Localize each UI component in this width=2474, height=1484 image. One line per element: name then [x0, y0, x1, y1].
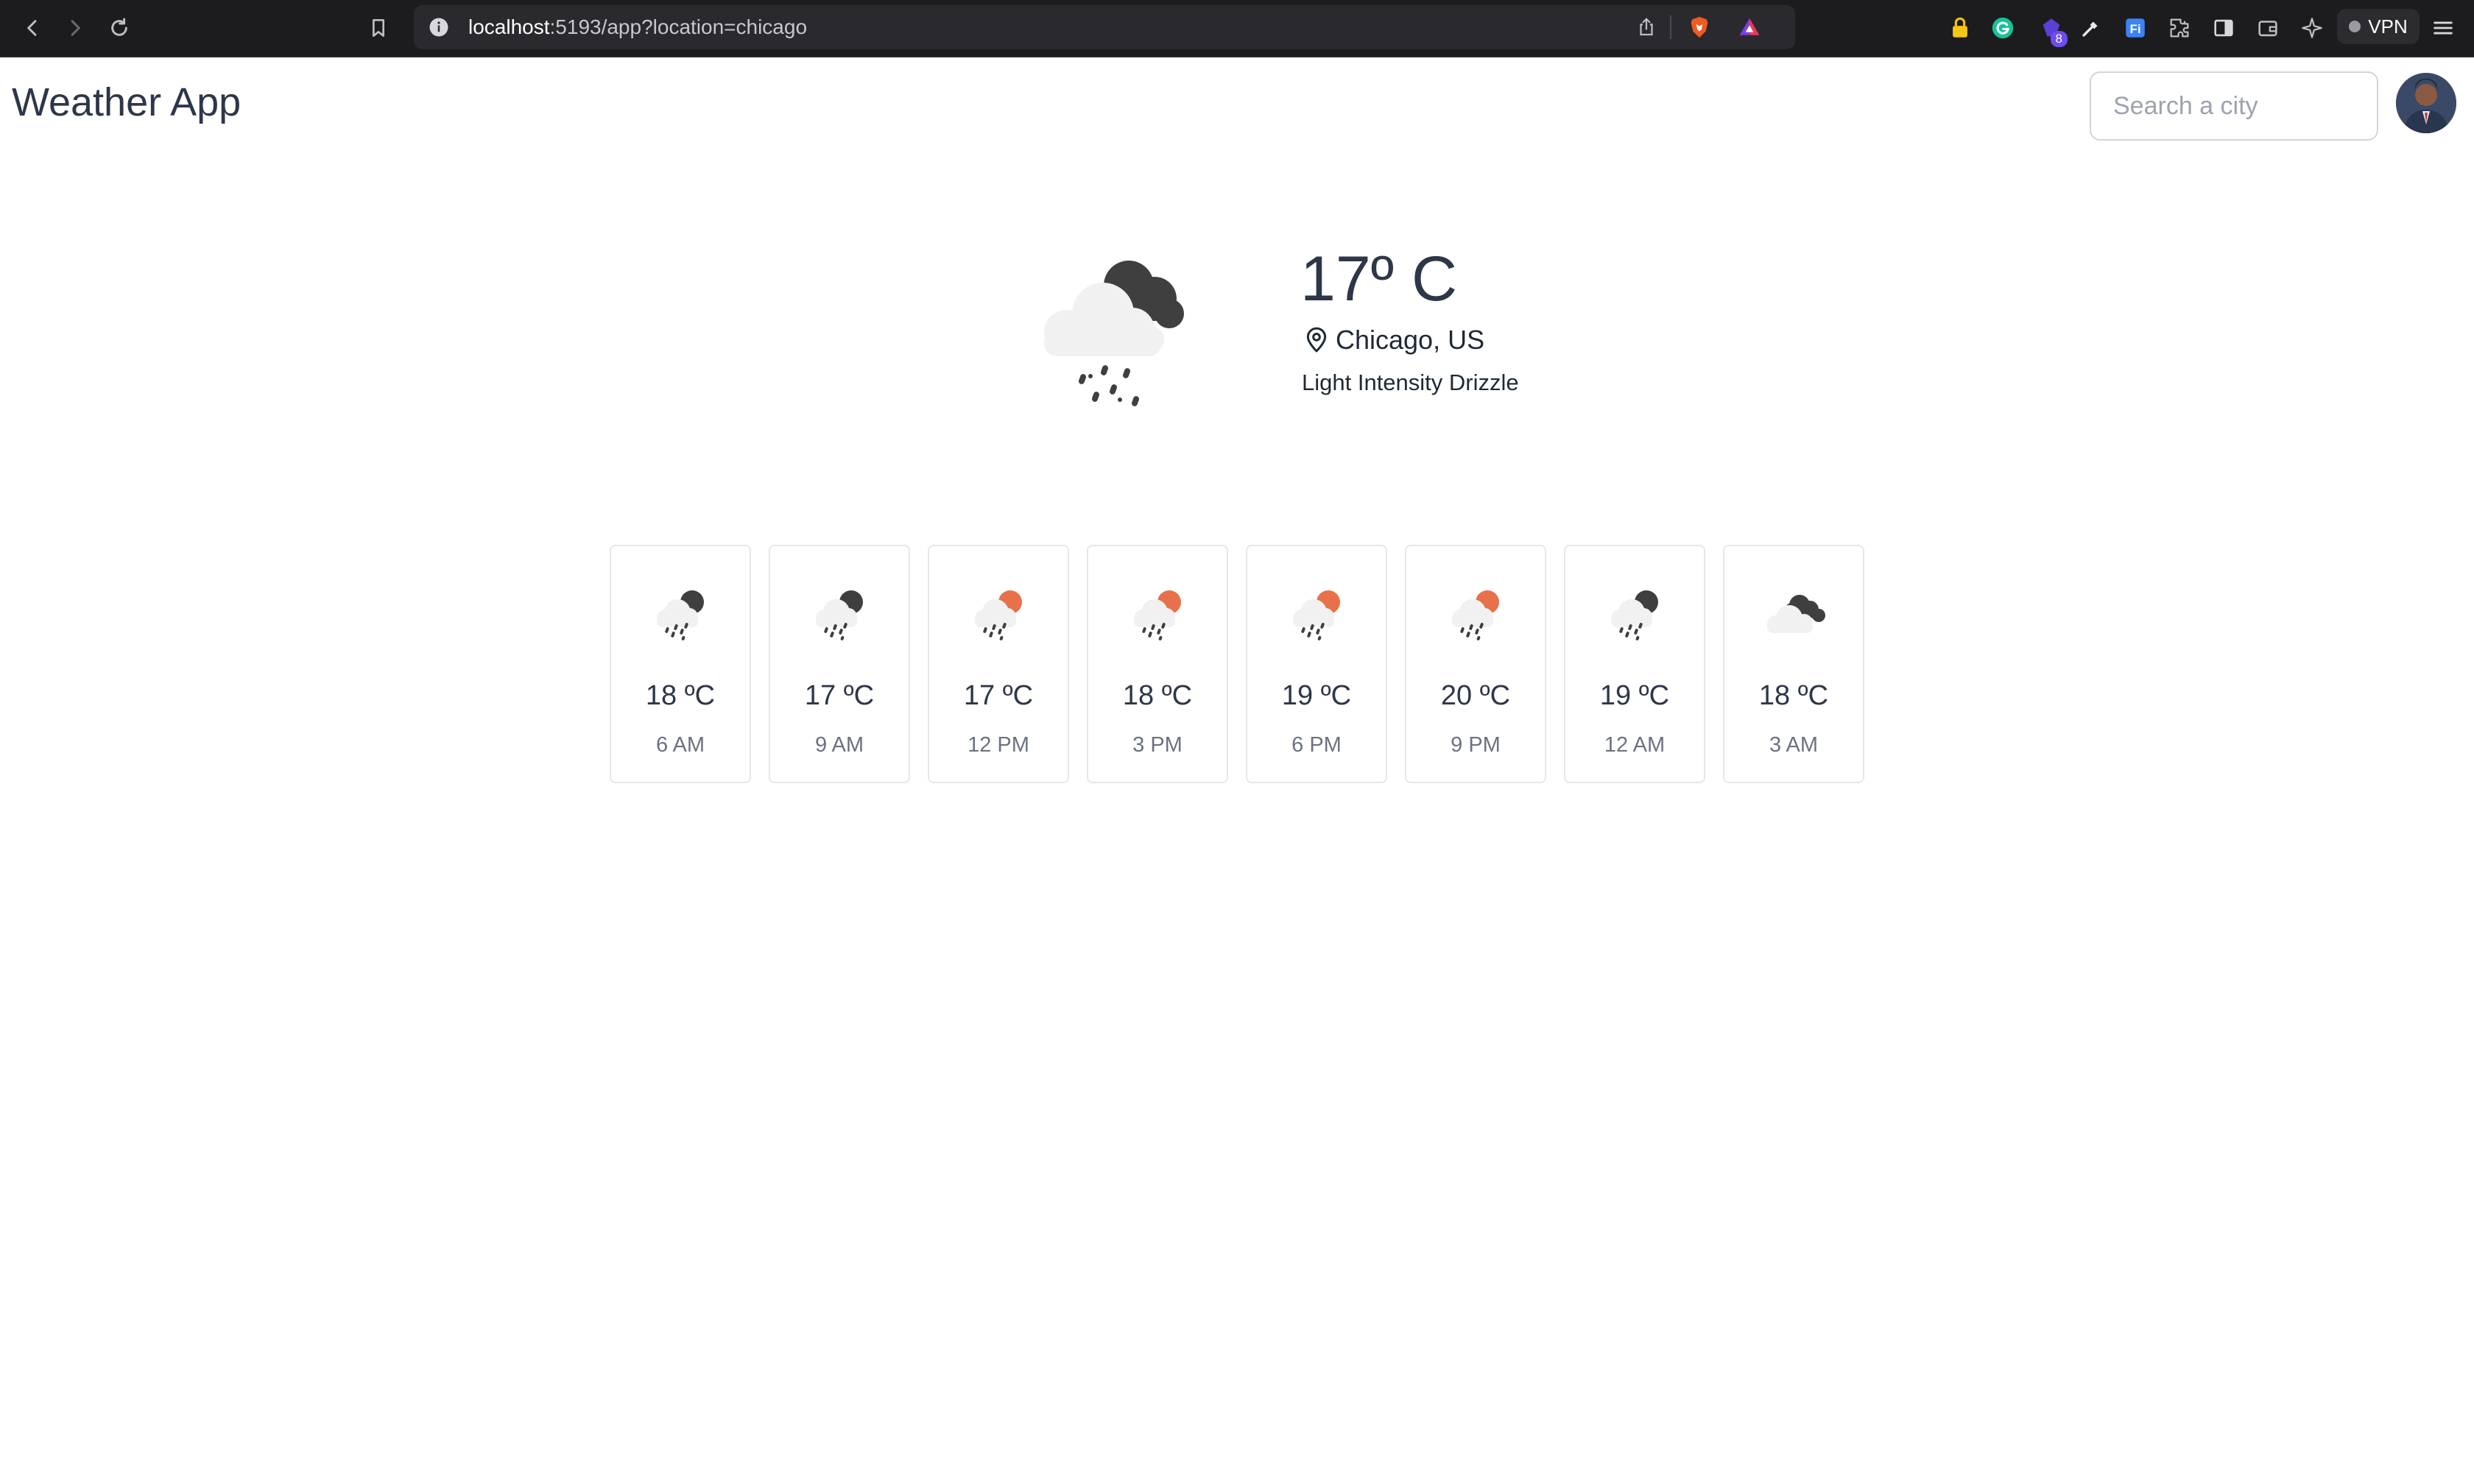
- current-location: Chicago, US: [1302, 324, 1484, 356]
- forecast-time: 6 PM: [1291, 733, 1342, 757]
- app-title: Weather App: [12, 80, 242, 124]
- menu-icon[interactable]: [2425, 10, 2461, 46]
- rain-day-icon: [1286, 583, 1350, 642]
- lock-extension-icon[interactable]: [1942, 10, 1978, 46]
- forecast-card: 18 ºC 6 AM: [610, 545, 751, 783]
- toolbar-divider: [0, 56, 2474, 57]
- forecast-time: 3 PM: [1132, 733, 1183, 757]
- forecast-temperature: 18 ºC: [1122, 680, 1193, 711]
- puzzle-extensions-icon[interactable]: [2162, 10, 2197, 46]
- address-bar[interactable]: localhost:5193/app?location=chicago: [414, 5, 1795, 49]
- share-icon[interactable]: [1630, 11, 1663, 43]
- forecast-time: 9 AM: [814, 733, 864, 757]
- forecast-temperature: 17 ºC: [963, 680, 1034, 711]
- rain-night-icon: [808, 583, 873, 642]
- forecast-time: 6 AM: [655, 733, 705, 757]
- vpn-label: VPN: [2368, 15, 2408, 38]
- eyedropper-icon[interactable]: [2073, 10, 2109, 46]
- rain-day-icon: [1445, 583, 1509, 642]
- forecast-temperature: 19 ºC: [1599, 680, 1670, 711]
- forecast-card: 18 ºC 3 PM: [1087, 545, 1228, 783]
- wallet-icon[interactable]: [2250, 10, 2286, 46]
- extension-badge-icon[interactable]: 8: [2034, 10, 2069, 47]
- forecast-time: 9 PM: [1451, 733, 1501, 757]
- forecast-time: 12 PM: [968, 733, 1029, 757]
- url-text: localhost:5193/app?location=chicago: [468, 5, 807, 49]
- forecast-temperature: 18 ºC: [1758, 680, 1829, 711]
- bookmark-icon[interactable]: [361, 10, 396, 46]
- extension-badge: 8: [2050, 31, 2068, 47]
- forward-icon[interactable]: [57, 10, 93, 46]
- location-text: Chicago, US: [1336, 325, 1485, 355]
- forecast-time: 12 AM: [1604, 733, 1666, 757]
- forecast-temperature: 19 ºC: [1281, 680, 1352, 711]
- fi-extension-icon[interactable]: Fi: [2118, 10, 2153, 46]
- back-icon[interactable]: [15, 10, 50, 46]
- weather-description: Light Intensity Drizzle: [1302, 370, 1519, 395]
- site-info-icon[interactable]: [424, 13, 454, 42]
- vpn-button[interactable]: VPN: [2337, 9, 2420, 44]
- forecast-temperature: 17 ºC: [804, 680, 875, 711]
- current-temperature: 17º C: [1300, 244, 1458, 314]
- forecast-card: 19 ºC 6 PM: [1246, 545, 1387, 783]
- map-pin-icon: [1306, 327, 1327, 353]
- rain-cloud-night-icon: [1022, 247, 1199, 409]
- reload-icon[interactable]: [102, 10, 137, 46]
- vpn-status-dot: [2349, 21, 2361, 32]
- forecast-temperature: 20 ºC: [1440, 680, 1511, 711]
- forecast-card: 17 ºC 9 AM: [769, 545, 910, 783]
- forecast-temperature: 18 ºC: [645, 680, 716, 711]
- forecast-card: 19 ºC 12 AM: [1564, 545, 1705, 783]
- forecast-card: 20 ºC 9 PM: [1405, 545, 1546, 783]
- url-path: :5193/app?location=chicago: [549, 15, 808, 38]
- search-input[interactable]: [2090, 71, 2378, 141]
- url-host: localhost: [468, 15, 550, 38]
- sidebar-toggle-icon[interactable]: [2206, 10, 2241, 46]
- forecast-card: 18 ºC 3 AM: [1723, 545, 1864, 783]
- rain-day-icon: [968, 583, 1032, 642]
- grammarly-icon[interactable]: [1985, 10, 2020, 46]
- forecast-time: 3 AM: [1769, 733, 1819, 757]
- avatar[interactable]: [2396, 73, 2456, 133]
- brave-shields-icon[interactable]: [1683, 11, 1716, 43]
- leo-ai-icon[interactable]: [2294, 10, 2330, 46]
- divider: [1670, 15, 1671, 39]
- forecast-card: 17 ºC 12 PM: [928, 545, 1069, 783]
- browser-toolbar: localhost:5193/app?location=chicago 8 Fi: [0, 0, 2474, 56]
- svg-text:Fi: Fi: [2129, 22, 2140, 36]
- brave-rewards-icon[interactable]: [1733, 11, 1766, 43]
- rain-day-icon: [1127, 583, 1191, 642]
- rain-night-icon: [649, 583, 714, 642]
- cloudy-icon: [1763, 583, 1828, 642]
- rain-night-icon: [1604, 583, 1668, 642]
